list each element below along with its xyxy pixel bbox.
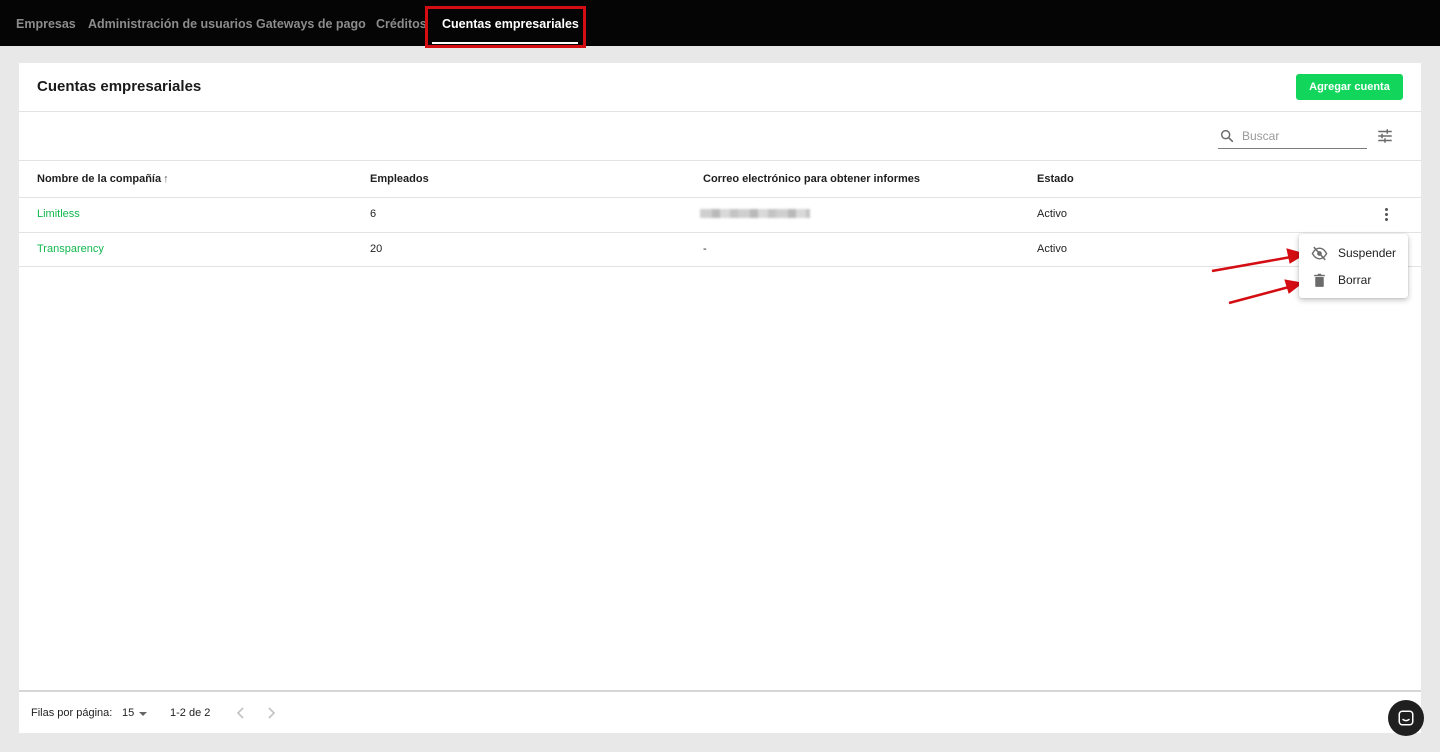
column-header-email[interactable]: Correo electrónico para obtener informes (703, 173, 920, 185)
trash-icon (1314, 273, 1325, 287)
rows-per-page-label: Filas por página: (31, 707, 113, 719)
top-navigation: Empresas Administración de usuarios Gate… (0, 0, 1440, 46)
tab-empresas[interactable]: Empresas (16, 17, 76, 31)
tune-icon[interactable] (1376, 127, 1394, 145)
company-link[interactable]: Limitless (37, 208, 80, 220)
chat-launcher-button[interactable] (1388, 700, 1424, 736)
menu-item-label: Suspender (1338, 246, 1397, 260)
status-cell: Activo (1037, 208, 1067, 220)
status-cell: Activo (1037, 243, 1067, 255)
divider (19, 232, 1421, 233)
search-icon (1220, 129, 1234, 143)
pagination-range: 1-2 de 2 (170, 707, 211, 719)
row-context-menu: Suspender Borrar (1299, 234, 1408, 298)
more-options-icon[interactable] (1382, 206, 1392, 224)
menu-item-suspend[interactable]: Suspender (1299, 240, 1408, 266)
annotation-highlight-box (425, 6, 586, 48)
sort-ascending-icon: ↑ (163, 173, 169, 185)
company-link[interactable]: Transparency (37, 243, 104, 255)
chevron-left-icon[interactable] (235, 705, 247, 721)
menu-item-label: Borrar (1338, 273, 1372, 287)
divider (19, 160, 1421, 161)
blurred-email (700, 209, 810, 218)
column-header-label: Nombre de la compañía (37, 173, 162, 185)
employees-cell: 6 (370, 208, 377, 220)
rows-per-page-select[interactable]: 15 (122, 707, 134, 719)
tab-gateways-pago[interactable]: Gateways de pago (256, 17, 366, 31)
footer-divider (19, 690, 1421, 692)
tab-administracion-usuarios[interactable]: Administración de usuarios (88, 17, 253, 31)
divider (19, 197, 1421, 198)
chevron-right-icon[interactable] (265, 705, 277, 721)
divider (19, 111, 1421, 112)
employees-cell: 20 (370, 243, 383, 255)
menu-item-delete[interactable]: Borrar (1299, 267, 1408, 293)
column-header-status[interactable]: Estado (1037, 173, 1074, 185)
chevron-down-icon[interactable] (139, 712, 147, 716)
column-header-company[interactable]: Nombre de la compañía ↑ (37, 173, 169, 185)
column-header-employees[interactable]: Empleados (370, 173, 429, 185)
search-input[interactable] (1242, 127, 1362, 145)
add-account-button[interactable]: Agregar cuenta (1296, 74, 1403, 100)
search-field[interactable] (1218, 125, 1367, 149)
accounts-card: Cuentas empresariales Agregar cuenta Nom… (19, 63, 1421, 733)
email-cell: - (703, 243, 707, 255)
tab-creditos[interactable]: Créditos (376, 17, 427, 31)
page-title: Cuentas empresariales (37, 78, 202, 95)
chat-icon (1398, 710, 1414, 726)
eye-off-icon (1311, 246, 1328, 261)
